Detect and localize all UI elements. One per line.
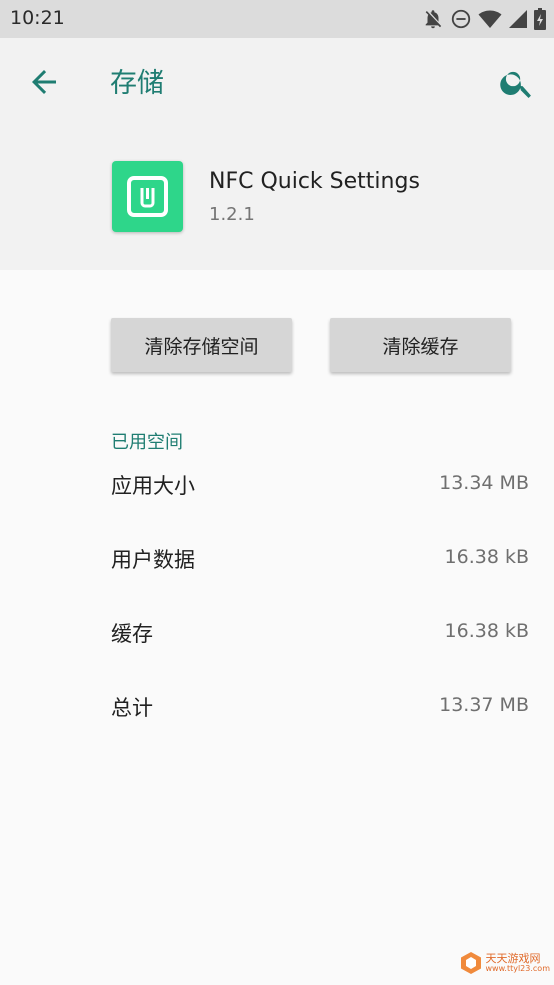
- watermark-logo-icon: [460, 952, 481, 974]
- storage-row-user-data: 用户数据 16.38 kB: [111, 544, 529, 584]
- page-title: 存储: [110, 68, 164, 99]
- storage-row-cache: 缓存 16.38 kB: [111, 618, 529, 658]
- row-value: 13.37 MB: [439, 694, 529, 716]
- row-label: 应用大小: [111, 474, 195, 498]
- signal-icon: [508, 8, 528, 30]
- wifi-icon: [478, 8, 502, 30]
- row-value: 16.38 kB: [444, 620, 529, 642]
- row-value: 13.34 MB: [439, 472, 529, 494]
- clear-cache-button[interactable]: 清除缓存: [330, 318, 511, 372]
- section-header-used-space: 已用空间: [111, 432, 183, 453]
- arrow-back-icon: [32, 70, 56, 94]
- search-button[interactable]: [498, 64, 536, 102]
- do-not-disturb-icon: [450, 8, 472, 30]
- storage-row-total: 总计 13.37 MB: [111, 692, 529, 732]
- watermark: 天天游戏网 www.ttyl23.com: [459, 951, 550, 975]
- status-time: 10:21: [10, 7, 65, 29]
- row-value: 16.38 kB: [444, 546, 529, 568]
- watermark-text: 天天游戏网: [485, 952, 541, 965]
- row-label: 缓存: [111, 622, 153, 646]
- status-bar: 10:21: [0, 0, 554, 38]
- storage-row-app-size: 应用大小 13.34 MB: [111, 470, 529, 510]
- app-header: 存储 NFC Quick Settings 1.2.1: [0, 38, 554, 270]
- search-icon: [500, 71, 531, 99]
- battery-icon: [534, 8, 546, 30]
- app-icon: [112, 161, 183, 232]
- back-button[interactable]: [26, 64, 62, 100]
- app-version: 1.2.1: [209, 204, 255, 225]
- nfc-icon: [127, 176, 168, 217]
- status-icons: [422, 8, 546, 30]
- row-label: 用户数据: [111, 548, 195, 572]
- watermark-sub: www.ttyl23.com: [485, 964, 550, 973]
- row-label: 总计: [111, 696, 153, 720]
- clear-storage-button[interactable]: 清除存储空间: [111, 318, 292, 372]
- notifications-off-icon: [422, 8, 444, 30]
- app-name: NFC Quick Settings: [209, 169, 420, 194]
